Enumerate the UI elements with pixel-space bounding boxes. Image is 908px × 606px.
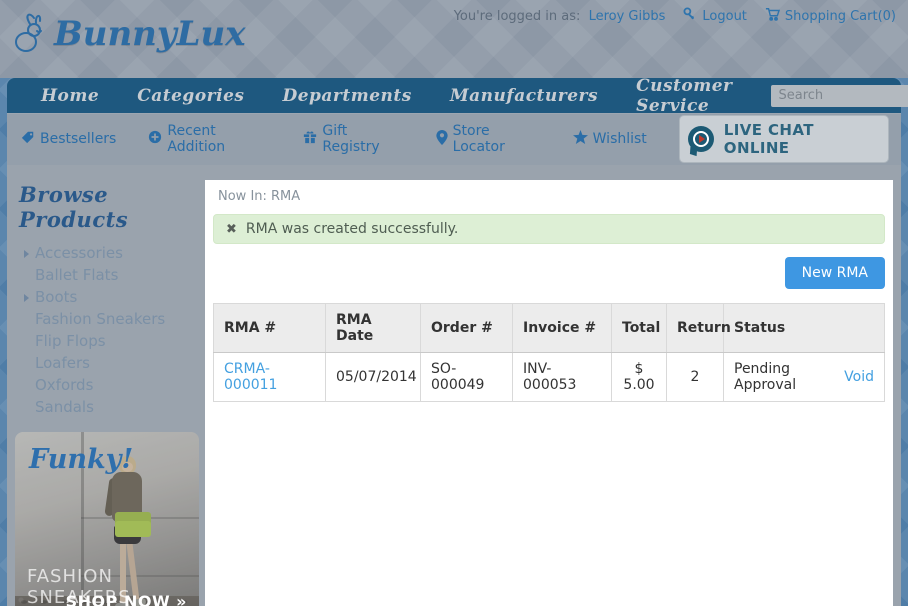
sidebar-item-sandals[interactable]: Sandals	[7, 396, 205, 418]
brand-logo[interactable]: BunnyLux	[10, 13, 246, 60]
nav-item-categories[interactable]: Categories	[137, 86, 244, 106]
cart-icon	[765, 7, 780, 25]
sidebar-item-oxfords[interactable]: Oxfords	[7, 374, 205, 396]
brand-name: BunnyLux	[54, 14, 246, 54]
logged-in-text: You're logged in as: Leroy Gibbs	[453, 8, 666, 24]
promo-banner[interactable]: Funky! FASHION SNEAKERS SHOP NOW »	[15, 432, 199, 606]
sub-nav: Bestsellers Recent Addition Gift Registr…	[7, 113, 901, 165]
sidebar-item-ballet-flats[interactable]: Ballet Flats	[7, 264, 205, 286]
breadcrumb: Now In: RMA	[218, 189, 301, 204]
subnav-bestsellers[interactable]: Bestsellers	[21, 130, 116, 148]
col-order-number: Order #	[420, 303, 513, 353]
promo-shop-now[interactable]: SHOP NOW »	[66, 592, 187, 606]
star-icon	[572, 130, 588, 148]
site-header: BunnyLux You're logged in as: Leroy Gibb…	[0, 0, 908, 78]
nav-item-customer-service[interactable]: Customer Service	[636, 76, 732, 116]
tag-icon	[21, 130, 35, 148]
live-chat-label: LIVE CHAT ONLINE	[723, 121, 814, 157]
subnav-gift-registry[interactable]: Gift Registry	[303, 123, 403, 155]
plus-circle-icon	[148, 130, 162, 148]
bunny-logo-icon	[10, 13, 54, 60]
invoice-number-cell: INV-000053	[512, 352, 612, 402]
col-invoice-number: Invoice #	[512, 303, 612, 353]
sidebar-item-accessories[interactable]: Accessories	[7, 242, 205, 264]
chevron-right-icon	[24, 250, 29, 258]
alert-message: RMA was created successfully.	[245, 221, 459, 237]
sidebar-item-boots[interactable]: Boots	[7, 286, 205, 308]
close-icon[interactable]: ✖	[226, 222, 237, 237]
content-area: Browse Products Accessories Ballet Flats…	[7, 165, 901, 606]
user-name-link[interactable]: Leroy Gibbs	[589, 9, 666, 24]
return-cell: 2	[666, 352, 724, 402]
status-text: Pending Approval	[734, 361, 797, 393]
category-list: Accessories Ballet Flats Boots Fashion S…	[7, 242, 205, 418]
col-return: Return	[666, 303, 731, 353]
nav-item-departments[interactable]: Departments	[282, 86, 411, 106]
sidebar-item-loafers[interactable]: Loafers	[7, 352, 205, 374]
chat-bubble-icon	[687, 126, 714, 157]
col-rma-number: RMA #	[213, 303, 326, 353]
gift-icon	[303, 130, 317, 148]
live-chat-button[interactable]: LIVE CHAT ONLINE	[678, 115, 889, 163]
main-panel: Now In: RMA ✖ RMA was created successful…	[205, 180, 893, 606]
promo-headline: Funky!	[29, 444, 134, 475]
sidebar: Browse Products Accessories Ballet Flats…	[7, 180, 205, 606]
rma-date-cell: 05/07/2014	[325, 352, 421, 402]
chevron-right-icon	[24, 294, 29, 302]
void-link[interactable]: Void	[844, 369, 874, 385]
key-icon	[683, 7, 697, 25]
subnav-recent-addition[interactable]: Recent Addition	[148, 123, 271, 155]
shopping-cart-link[interactable]: Shopping Cart(0)	[765, 7, 896, 25]
subnav-store-locator[interactable]: Store Locator	[436, 123, 541, 155]
new-rma-button[interactable]: New RMA	[784, 257, 885, 289]
success-alert: ✖ RMA was created successfully.	[213, 214, 885, 244]
col-rma-date: RMA Date	[325, 303, 421, 353]
col-status: Status	[723, 303, 885, 353]
rma-number-link[interactable]: CRMA-000011	[224, 361, 277, 393]
sidebar-item-flip-flops[interactable]: Flip Flops	[7, 330, 205, 352]
search-input[interactable]	[770, 84, 908, 107]
nav-item-home[interactable]: Home	[41, 86, 99, 106]
table-header-row: RMA # RMA Date Order # Invoice # Total R…	[213, 303, 885, 353]
user-bar: You're logged in as: Leroy Gibbs Logout	[454, 7, 896, 25]
nav-item-manufacturers[interactable]: Manufacturers	[450, 86, 598, 106]
order-number-cell: SO-000049	[420, 352, 513, 402]
search-box	[770, 83, 908, 108]
sidebar-item-fashion-sneakers[interactable]: Fashion Sneakers	[7, 308, 205, 330]
col-total: Total	[611, 303, 667, 353]
rma-table: RMA # RMA Date Order # Invoice # Total R…	[213, 303, 885, 402]
subnav-wishlist[interactable]: Wishlist	[572, 130, 647, 148]
total-cell: $ 5.00	[611, 352, 667, 402]
map-marker-icon	[436, 129, 448, 149]
main-nav: Home Categories Departments Manufacturer…	[7, 76, 908, 116]
sidebar-title: Browse Products	[19, 182, 129, 232]
table-row: CRMA-000011 05/07/2014 SO-000049 INV-000…	[213, 352, 885, 402]
logout-link[interactable]: Logout	[683, 7, 747, 25]
